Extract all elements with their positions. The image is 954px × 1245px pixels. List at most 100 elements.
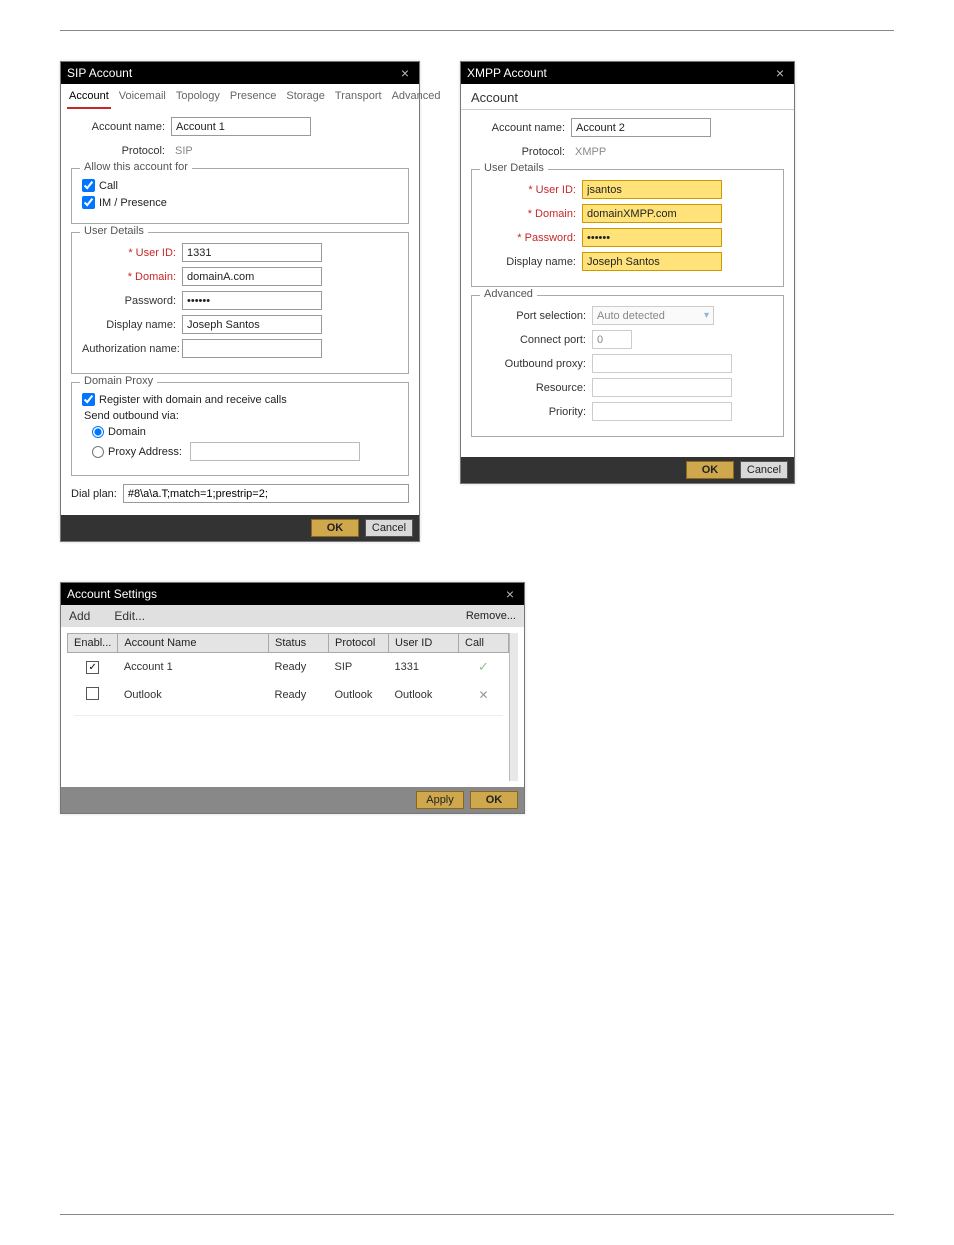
password-label: Password: [82, 295, 182, 307]
tab-advanced[interactable]: Advanced [390, 88, 443, 109]
domain-proxy-legend: Domain Proxy [80, 375, 157, 387]
xmpp-advanced-legend: Advanced [480, 288, 537, 300]
account-name-input[interactable] [171, 117, 311, 136]
table-row[interactable]: Outlook Ready Outlook Outlook ✕ [68, 681, 509, 709]
auth-name-input[interactable] [182, 339, 322, 358]
xmpp-password-label: * Password: [482, 232, 582, 244]
connect-port-label: Connect port: [482, 334, 592, 346]
enabled-checkbox[interactable] [86, 661, 99, 674]
col-protocol[interactable]: Protocol [329, 634, 389, 653]
xmpp-protocol-label: Protocol: [471, 146, 571, 158]
apply-button[interactable]: Apply [416, 791, 464, 809]
connect-port-input[interactable] [592, 330, 632, 349]
xmpp-password-input[interactable] [582, 228, 722, 247]
domain-proxy-group: Domain Proxy Register with domain and re… [71, 382, 409, 476]
xmpp-protocol-value: XMPP [571, 142, 711, 161]
cancel-button[interactable]: Cancel [740, 461, 788, 479]
user-details-legend: User Details [80, 225, 148, 237]
port-selection-select[interactable]: Auto detected ▾ [592, 306, 714, 325]
allow-im-checkbox[interactable] [82, 196, 95, 209]
allow-account-group: Allow this account for Call IM / Presenc… [71, 168, 409, 224]
priority-input[interactable] [592, 402, 732, 421]
cell-name: Outlook [118, 681, 269, 709]
scrollbar[interactable] [509, 633, 518, 781]
account-name-label: Account name: [71, 121, 171, 133]
menu-edit[interactable]: Edit... [114, 609, 145, 623]
tab-transport[interactable]: Transport [333, 88, 384, 109]
accounts-titlebar: Account Settings × [61, 583, 524, 605]
via-domain-radio[interactable] [92, 426, 104, 438]
sip-account-dialog: SIP Account × Account Voicemail Topology… [60, 61, 420, 542]
close-icon[interactable]: × [502, 587, 518, 601]
protocol-label: Protocol: [71, 145, 171, 157]
user-id-input[interactable] [182, 243, 322, 262]
resource-label: Resource: [482, 382, 592, 394]
cell-name: Account 1 [118, 653, 269, 682]
xmpp-advanced-group: Advanced Port selection: Auto detected ▾… [471, 295, 784, 437]
outbound-proxy-label: Outbound proxy: [482, 358, 592, 370]
allow-call-label: Call [99, 180, 118, 192]
tab-presence[interactable]: Presence [228, 88, 278, 109]
xmpp-user-id-input[interactable] [582, 180, 722, 199]
cell-userid: 1331 [389, 653, 459, 682]
xmpp-tab-account[interactable]: Account [461, 84, 794, 110]
dial-plan-input[interactable] [123, 484, 409, 503]
enabled-checkbox[interactable] [86, 687, 99, 700]
col-enabled[interactable]: Enabl... [68, 634, 118, 653]
xmpp-domain-label: * Domain: [482, 208, 582, 220]
domain-label: * Domain: [82, 271, 182, 283]
user-id-label: * User ID: [82, 247, 182, 259]
protocol-value: SIP [171, 141, 311, 160]
col-call[interactable]: Call [459, 634, 509, 653]
cancel-button[interactable]: Cancel [365, 519, 413, 537]
account-settings-dialog: Account Settings × Add Edit... Remove...… [60, 582, 525, 814]
sip-titlebar: SIP Account × [61, 62, 419, 84]
col-status[interactable]: Status [269, 634, 329, 653]
tab-topology[interactable]: Topology [174, 88, 222, 109]
xmpp-account-name-input[interactable] [571, 118, 711, 137]
register-label: Register with domain and receive calls [99, 394, 287, 406]
cell-userid: Outlook [389, 681, 459, 709]
xmpp-domain-input[interactable] [582, 204, 722, 223]
menu-add[interactable]: Add [69, 609, 90, 623]
table-row[interactable]: Account 1 Ready SIP 1331 ✓ [68, 653, 509, 682]
xmpp-display-name-input[interactable] [582, 252, 722, 271]
close-icon[interactable]: × [772, 66, 788, 80]
accounts-title: Account Settings [67, 587, 157, 601]
chevron-down-icon: ▾ [704, 310, 709, 321]
xmpp-title: XMPP Account [467, 66, 547, 80]
xmpp-user-id-label: * User ID: [482, 184, 582, 196]
close-icon[interactable]: × [397, 66, 413, 80]
priority-label: Priority: [482, 406, 592, 418]
resource-input[interactable] [592, 378, 732, 397]
display-name-input[interactable] [182, 315, 322, 334]
tab-account[interactable]: Account [67, 88, 111, 109]
col-userid[interactable]: User ID [389, 634, 459, 653]
proxy-address-input[interactable] [190, 442, 360, 461]
port-selection-value: Auto detected [597, 310, 665, 322]
register-checkbox[interactable] [82, 393, 95, 406]
ok-button[interactable]: OK [686, 461, 734, 479]
menu-remove[interactable]: Remove... [466, 610, 516, 622]
password-input[interactable] [182, 291, 322, 310]
cell-status: Ready [269, 681, 329, 709]
via-proxy-label: Proxy Address: [108, 446, 182, 458]
tab-voicemail[interactable]: Voicemail [117, 88, 168, 109]
sip-button-bar: OK Cancel [61, 515, 419, 541]
sip-title: SIP Account [67, 66, 132, 80]
xmpp-user-details-legend: User Details [480, 162, 548, 174]
allow-call-checkbox[interactable] [82, 179, 95, 192]
domain-input[interactable] [182, 267, 322, 286]
outbound-proxy-input[interactable] [592, 354, 732, 373]
check-icon: ✓ [478, 659, 489, 674]
col-name[interactable]: Account Name [118, 634, 269, 653]
dial-plan-label: Dial plan: [71, 488, 117, 500]
ok-button[interactable]: OK [311, 519, 359, 537]
tab-storage[interactable]: Storage [284, 88, 327, 109]
ok-button[interactable]: OK [470, 791, 518, 809]
accounts-button-bar: Apply OK [61, 787, 524, 813]
port-selection-label: Port selection: [482, 310, 592, 322]
x-icon: ✕ [478, 688, 488, 702]
accounts-table: Enabl... Account Name Status Protocol Us… [67, 633, 509, 781]
via-proxy-radio[interactable] [92, 446, 104, 458]
